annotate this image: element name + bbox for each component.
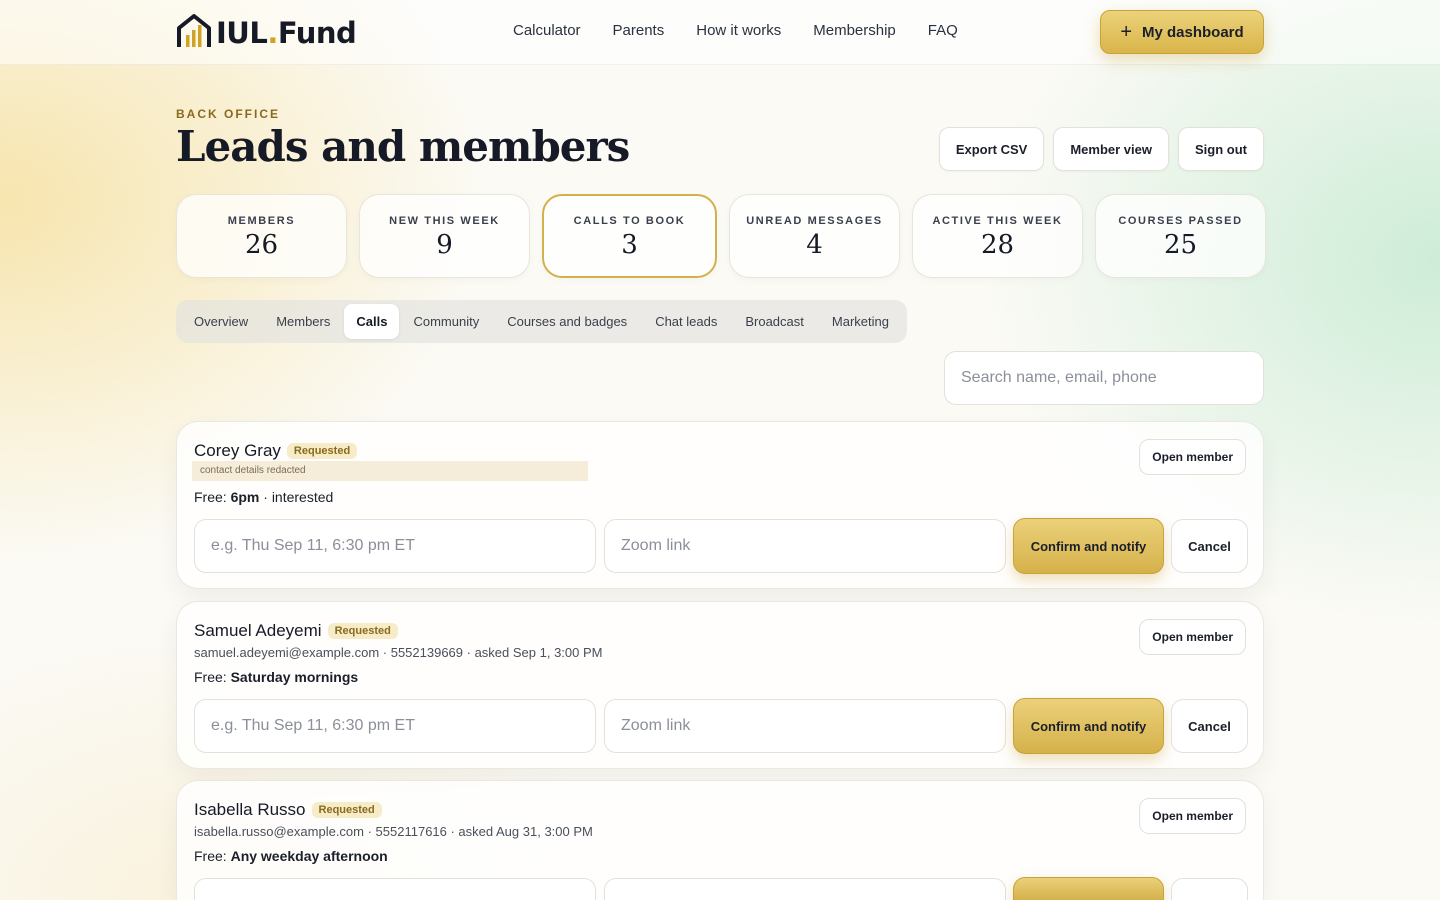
brand-name: IUL.Fund — [216, 16, 357, 50]
nav-how-it-works[interactable]: How it works — [696, 22, 781, 39]
availability-text: Free: Saturday mornings — [194, 669, 359, 685]
lead-contact-details: samuel.adeyemi@example.com · 5552139669 … — [194, 645, 603, 660]
call-request-header: Isabella Russo Requested — [194, 800, 382, 820]
confirm-and-notify-button[interactable]: Confirm and notify — [1013, 518, 1164, 574]
availability-text: Free: 6pm · interested — [194, 489, 334, 505]
tab-broadcast[interactable]: Broadcast — [731, 304, 818, 339]
stat-unread-messages[interactable]: UNREAD MESSAGES 4 — [729, 194, 900, 278]
sign-out-button[interactable]: Sign out — [1178, 127, 1264, 171]
call-time-input[interactable] — [194, 699, 596, 753]
cancel-button[interactable]: Cancel — [1171, 519, 1248, 573]
page-eyebrow: BACK OFFICE — [176, 107, 280, 121]
member-view-button[interactable]: Member view — [1053, 127, 1169, 171]
section-tabs: Overview Members Calls Community Courses… — [176, 300, 907, 343]
brand-logo[interactable]: IUL.Fund — [176, 13, 357, 54]
page-actions: Export CSV Member view Sign out — [938, 127, 1264, 171]
site-header: IUL.Fund Calculator Parents How it works… — [0, 0, 1440, 65]
call-request-card: Samuel Adeyemi Requested samuel.adeyemi@… — [176, 601, 1264, 769]
call-time-input[interactable] — [194, 878, 596, 900]
redacted-contact-details: contact details redacted — [192, 461, 588, 481]
open-member-button[interactable]: Open member — [1139, 439, 1246, 475]
stat-active-this-week[interactable]: ACTIVE THIS WEEK 28 — [912, 194, 1083, 278]
call-request-header: Corey Gray Requested — [194, 441, 358, 461]
call-request-card: Isabella Russo Requested isabella.russo@… — [176, 780, 1264, 900]
status-badge: Requested — [311, 802, 382, 818]
open-member-button[interactable]: Open member — [1139, 619, 1246, 655]
nav-parents[interactable]: Parents — [613, 22, 665, 39]
zoom-link-input[interactable] — [604, 878, 1006, 900]
tab-members[interactable]: Members — [262, 304, 344, 339]
tab-overview[interactable]: Overview — [180, 304, 262, 339]
call-request-card: Corey Gray Requested contact details red… — [176, 421, 1264, 589]
lead-name: Isabella Russo — [194, 800, 306, 819]
call-request-header: Samuel Adeyemi Requested — [194, 621, 398, 641]
availability-text: Free: Any weekday afternoon — [194, 848, 388, 864]
nav-faq[interactable]: FAQ — [928, 22, 958, 39]
tab-marketing[interactable]: Marketing — [818, 304, 903, 339]
tab-calls[interactable]: Calls — [344, 304, 400, 339]
lead-name: Corey Gray — [194, 441, 281, 460]
status-badge: Requested — [286, 443, 358, 459]
my-dashboard-button[interactable]: + My dashboard — [1100, 10, 1264, 54]
tab-courses-and-badges[interactable]: Courses and badges — [493, 304, 641, 339]
tab-chat-leads[interactable]: Chat leads — [641, 304, 731, 339]
lead-contact-details: isabella.russo@example.com · 5552117616 … — [194, 824, 593, 839]
stat-courses-passed[interactable]: COURSES PASSED 25 — [1095, 194, 1266, 278]
plus-icon: + — [1120, 21, 1132, 43]
lead-name: Samuel Adeyemi — [194, 621, 322, 640]
call-time-input[interactable] — [194, 519, 596, 573]
search-input[interactable] — [944, 351, 1264, 405]
cancel-button[interactable] — [1171, 878, 1248, 900]
page-title: Leads and members — [176, 122, 630, 171]
tab-community[interactable]: Community — [399, 304, 493, 339]
stat-members[interactable]: MEMBERS 26 — [176, 194, 347, 278]
stat-new-this-week[interactable]: NEW THIS WEEK 9 — [359, 194, 530, 278]
export-csv-button[interactable]: Export CSV — [938, 127, 1045, 171]
house-chart-icon — [176, 13, 212, 54]
main-nav: Calculator Parents How it works Membersh… — [513, 22, 958, 39]
confirm-and-notify-button[interactable]: Confirm and notify — [1013, 698, 1164, 754]
zoom-link-input[interactable] — [604, 519, 1006, 573]
nav-membership[interactable]: Membership — [813, 22, 896, 39]
status-badge: Requested — [327, 623, 398, 639]
nav-calculator[interactable]: Calculator — [513, 22, 581, 39]
zoom-link-input[interactable] — [604, 699, 1006, 753]
stat-calls-to-book[interactable]: CALLS TO BOOK 3 — [542, 194, 717, 278]
cancel-button[interactable]: Cancel — [1171, 699, 1248, 753]
stats-row: MEMBERS 26 NEW THIS WEEK 9 CALLS TO BOOK… — [176, 194, 1266, 278]
open-member-button[interactable]: Open member — [1139, 798, 1246, 834]
confirm-and-notify-button[interactable] — [1013, 877, 1164, 900]
